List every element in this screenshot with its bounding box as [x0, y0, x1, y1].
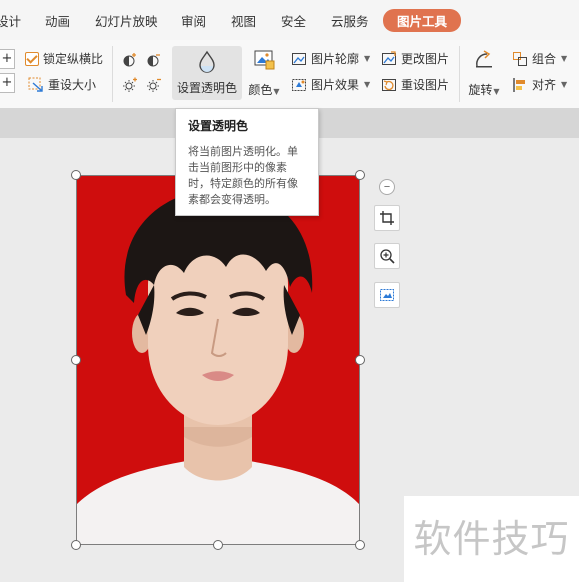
resize-handle-middle-left[interactable] — [71, 355, 81, 365]
increase-contrast-icon[interactable] — [122, 52, 138, 68]
decrease-brightness-icon[interactable] — [146, 77, 162, 93]
color-label: 颜色 — [248, 83, 273, 97]
chevron-down-icon: ▼ — [364, 80, 371, 89]
rotate-dropdown[interactable]: 旋转▼ — [466, 48, 502, 98]
color-dropdown[interactable]: 颜色▼ — [246, 48, 282, 98]
height-stepper-plus[interactable]: + — [0, 73, 15, 93]
chevron-down-icon: ▼ — [561, 54, 568, 63]
picture-effects-icon — [291, 77, 307, 93]
chevron-down-icon: ▼ — [561, 80, 568, 89]
tab-slideshow[interactable]: 幻灯片放映 — [95, 11, 158, 30]
picture-outline-icon — [291, 51, 307, 67]
lock-ratio-checkbox[interactable]: 锁定纵横比 — [25, 50, 103, 67]
checkbox-checked-icon — [25, 51, 39, 66]
zoom-in-icon — [379, 248, 395, 264]
rotate-label: 旋转 — [468, 83, 493, 97]
collapse-minus-icon[interactable]: – — [379, 179, 395, 195]
picture-tools-ribbon: + + 锁定纵横比 重设大小 设置透明色 颜色▼ 图片轮廓 ▼ 图片效果 ▼ 更… — [0, 40, 579, 109]
rotate-icon — [473, 48, 495, 70]
picture-options-button[interactable] — [374, 282, 400, 308]
group-label: 组合 — [532, 52, 557, 66]
group-dropdown[interactable]: 组合 ▼ — [512, 50, 567, 67]
reset-size-icon — [28, 77, 44, 93]
lock-ratio-label: 锁定纵横比 — [43, 52, 104, 66]
tab-view[interactable]: 视图 — [231, 11, 256, 30]
menu-tab-bar: 设计 动画 幻灯片放映 审阅 视图 安全 云服务 图片工具 — [0, 0, 579, 40]
set-transparent-color-button[interactable]: 设置透明色 — [172, 46, 242, 100]
change-picture-icon — [381, 50, 397, 67]
chevron-down-icon: ▼ — [273, 87, 280, 96]
resize-handle-bottom-right[interactable] — [355, 540, 365, 550]
resize-handle-bottom-left[interactable] — [71, 540, 81, 550]
align-dropdown[interactable]: 对齐 ▼ — [512, 76, 567, 93]
reset-picture-button[interactable]: 重设图片 — [381, 76, 449, 93]
tooltip-title: 设置透明色 — [188, 119, 249, 133]
zoom-tool-button[interactable] — [374, 243, 400, 269]
tab-animation[interactable]: 动画 — [45, 11, 70, 30]
resize-handle-top-left[interactable] — [71, 170, 81, 180]
tab-security[interactable]: 安全 — [281, 11, 306, 30]
tooltip-description: 将当前图片透明化。单击当前图形中的像素时，特定颜色的所有像素都会变得透明。 — [188, 145, 298, 206]
change-picture-label: 更改图片 — [401, 52, 450, 66]
set-transparent-color-tooltip: 设置透明色 将当前图片透明化。单击当前图形中的像素时，特定颜色的所有像素都会变得… — [175, 108, 319, 216]
decrease-contrast-icon[interactable] — [146, 52, 162, 68]
chevron-down-icon: ▼ — [364, 54, 371, 63]
reset-size-label: 重设大小 — [48, 78, 97, 92]
tab-picture-tools[interactable]: 图片工具 — [383, 9, 462, 32]
width-stepper-plus[interactable]: + — [0, 49, 15, 69]
droplet-icon — [196, 50, 218, 74]
change-picture-button[interactable]: 更改图片 — [381, 50, 449, 67]
resize-handle-top-right[interactable] — [355, 170, 365, 180]
reset-picture-label: 重设图片 — [401, 78, 450, 92]
picture-outline-dropdown[interactable]: 图片轮廓 ▼ — [291, 50, 370, 67]
picture-outline-label: 图片轮廓 — [311, 52, 360, 66]
ribbon-divider — [459, 46, 460, 102]
watermark-text: 软件技巧 — [404, 496, 579, 582]
image-frame-icon — [379, 287, 395, 303]
increase-brightness-icon[interactable] — [122, 77, 138, 93]
picture-effects-dropdown[interactable]: 图片效果 ▼ — [291, 76, 370, 93]
align-label: 对齐 — [532, 78, 557, 92]
group-icon — [512, 51, 528, 67]
align-icon — [512, 77, 528, 93]
reset-picture-icon — [381, 77, 397, 93]
picture-effects-label: 图片效果 — [311, 78, 360, 92]
crop-icon — [379, 210, 395, 226]
tab-review[interactable]: 审阅 — [181, 11, 206, 30]
selected-photo[interactable] — [76, 175, 360, 545]
reset-size-button[interactable]: 重设大小 — [28, 76, 96, 93]
portrait-image — [76, 175, 360, 545]
picture-color-icon — [253, 48, 275, 70]
tab-cloud-service[interactable]: 云服务 — [331, 11, 369, 30]
resize-handle-middle-right[interactable] — [355, 355, 365, 365]
tab-design[interactable]: 设计 — [0, 11, 21, 30]
resize-handle-bottom-center[interactable] — [213, 540, 223, 550]
set-transparent-color-label: 设置透明色 — [176, 81, 237, 95]
crop-tool-button[interactable] — [374, 205, 400, 231]
ribbon-divider — [112, 46, 113, 102]
chevron-down-icon: ▼ — [493, 87, 500, 96]
